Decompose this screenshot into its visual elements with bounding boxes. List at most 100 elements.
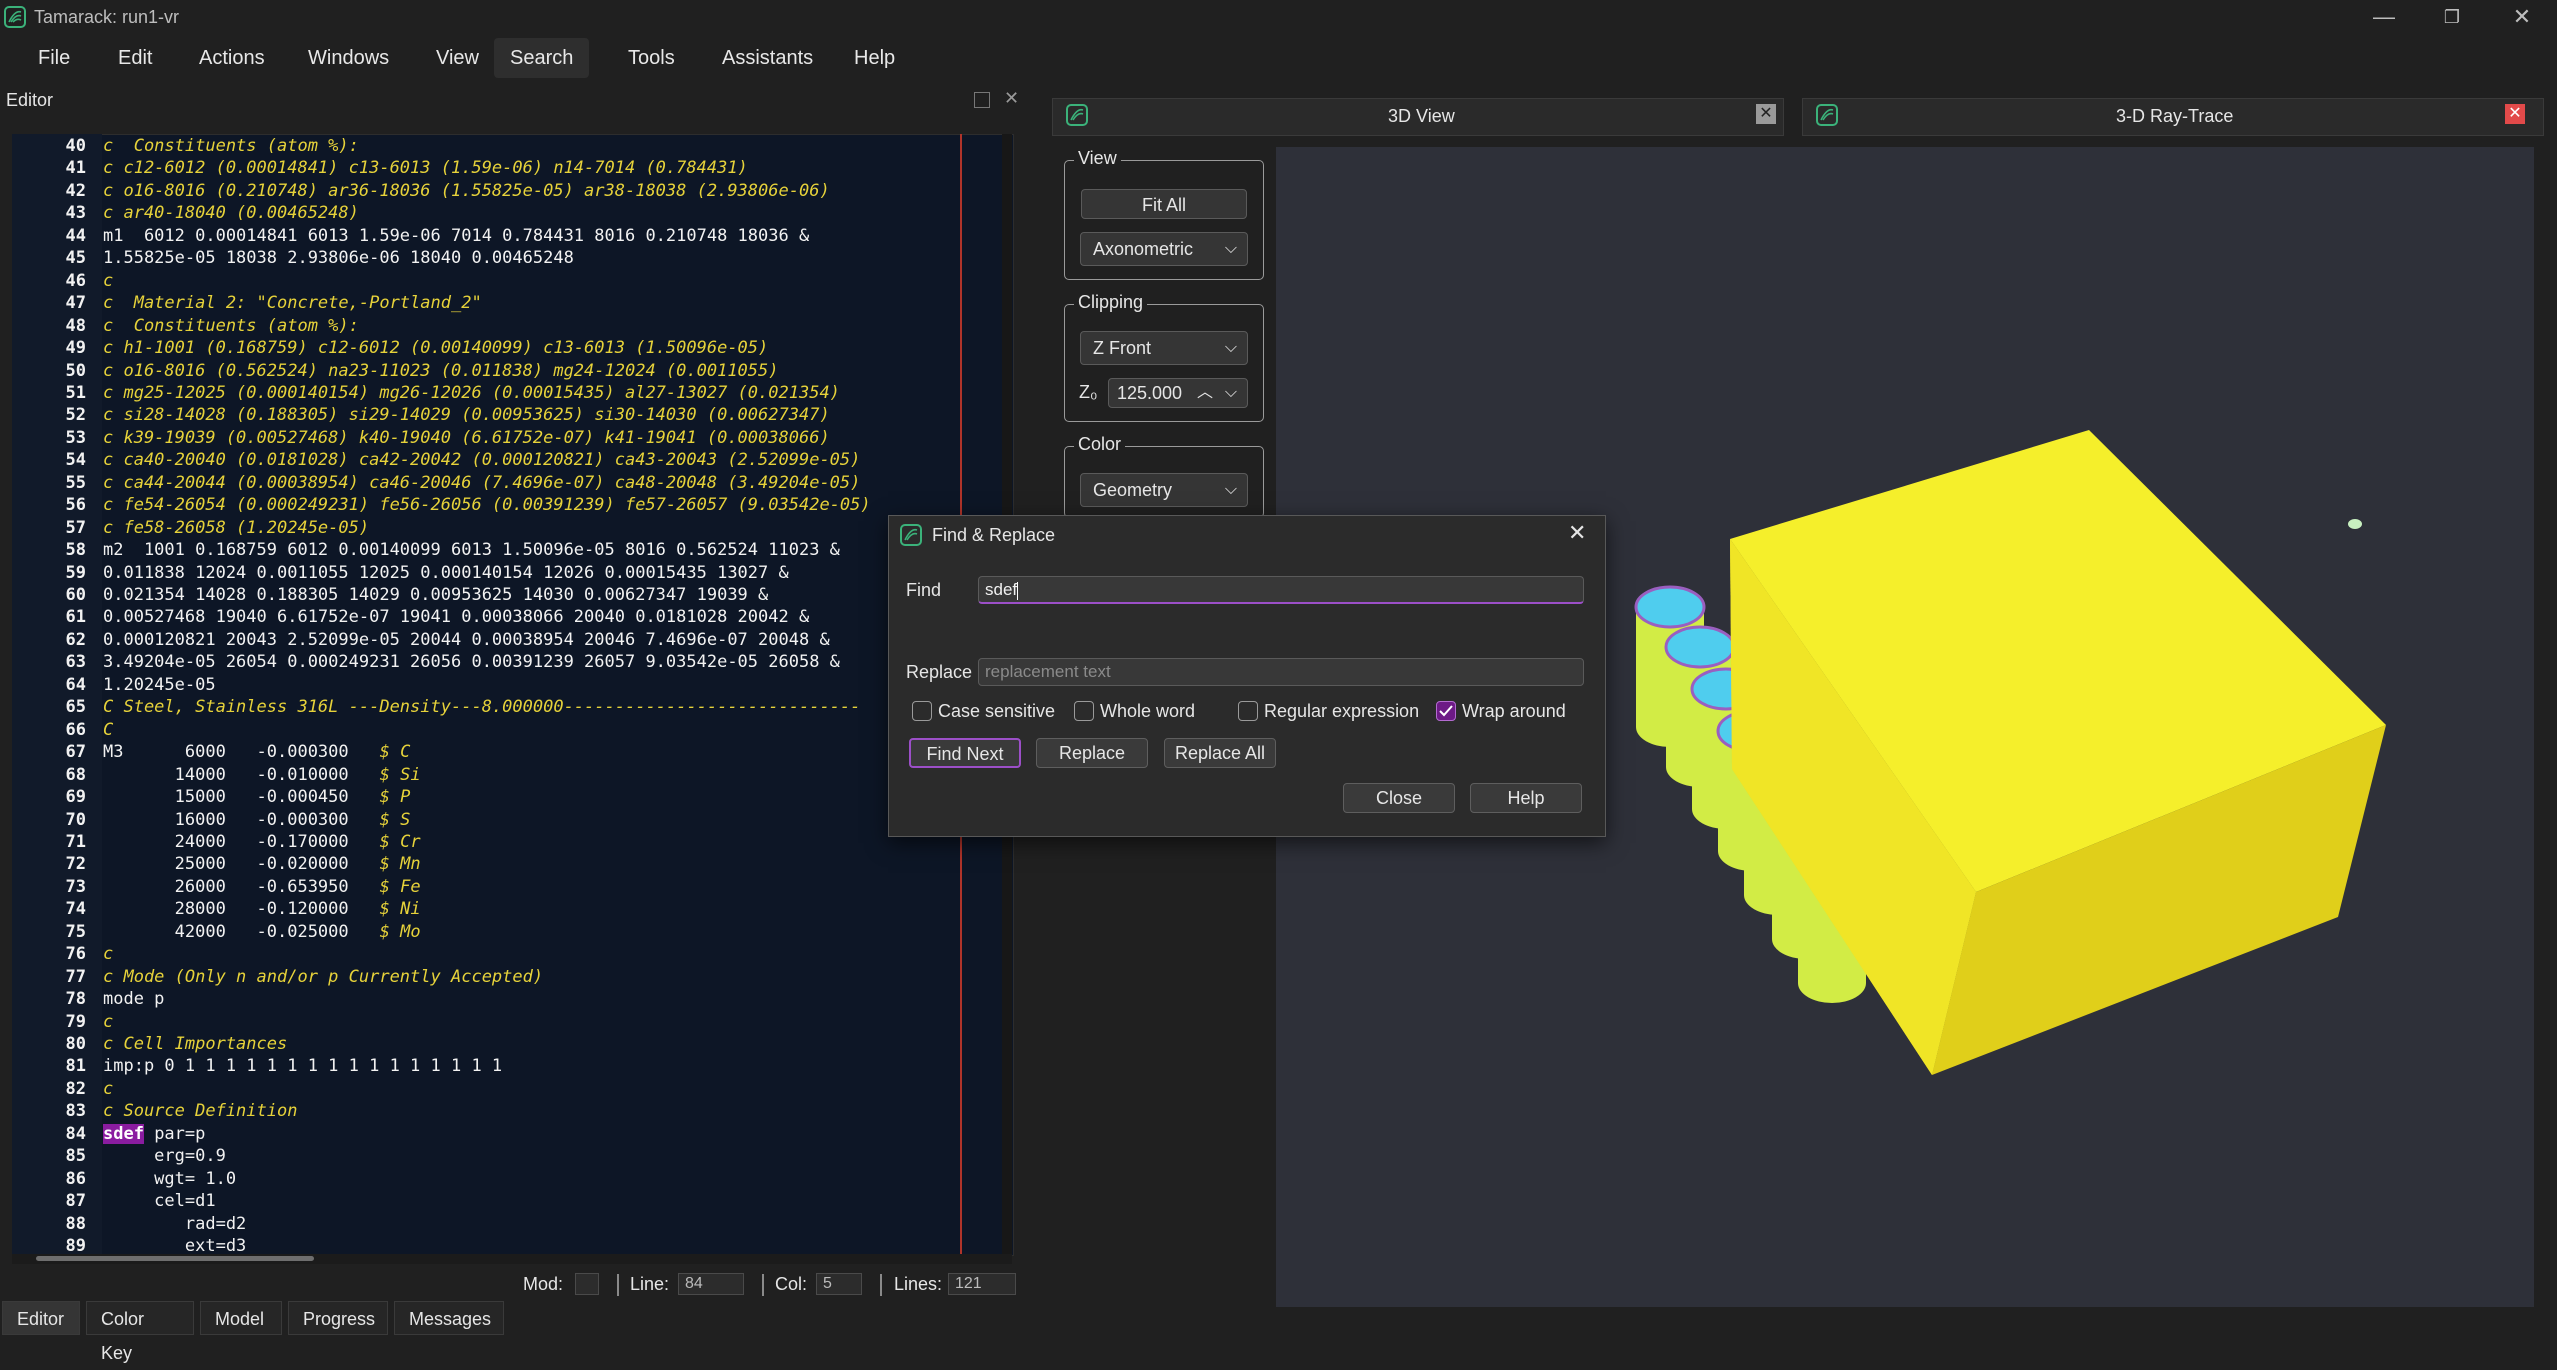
spin-up-icon[interactable]: ︿ (1197, 379, 1213, 407)
line-number: 72 (65, 854, 86, 875)
close-ray-trace-icon[interactable]: ✕ (2505, 104, 2525, 124)
replace-button[interactable]: Replace (1036, 738, 1148, 768)
code-line[interactable]: c ar40-18040 (0.00465248) (103, 203, 359, 223)
find-next-button[interactable]: Find Next (909, 738, 1021, 768)
code-line[interactable]: imp:p 0 1 1 1 1 1 1 1 1 1 1 1 1 1 1 1 1 (103, 1056, 502, 1076)
case-sensitive-checkbox[interactable] (912, 701, 932, 721)
whole-word-checkbox[interactable] (1074, 701, 1094, 721)
menu-edit[interactable]: Edit (102, 38, 168, 78)
clip-plane-select[interactable]: Z Front ⌵ (1080, 331, 1248, 365)
code-line[interactable]: c (103, 271, 113, 291)
code-line[interactable]: 3.49204e-05 26054 0.000249231 26056 0.00… (103, 652, 840, 672)
code-line[interactable]: c Cell Importances (103, 1034, 287, 1054)
color-mode-select[interactable]: Geometry ⌵ (1080, 473, 1248, 507)
line-number: 53 (65, 427, 86, 448)
code-line[interactable]: C (103, 720, 113, 740)
code-line[interactable]: 42000 -0.025000 $ Mo (103, 922, 421, 942)
menu-assistants[interactable]: Assistants (706, 38, 829, 78)
code-line[interactable]: 16000 -0.000300 $ S (103, 810, 411, 830)
close-3d-view-icon[interactable]: ✕ (1756, 104, 1776, 124)
code-lines[interactable]: 40 c Constituents (atom %): 41 c c12-6012 (… (12, 134, 1002, 1254)
replace-input[interactable]: replacement text (978, 658, 1584, 686)
code-line[interactable]: c (103, 1079, 113, 1099)
code-line[interactable]: C Steel, Stainless 316L ---Density---8.0… (103, 697, 860, 717)
code-line[interactable]: wgt= 1.0 (103, 1169, 236, 1189)
code-line[interactable]: c ca40-20040 (0.0181028) ca42-20042 (0.0… (103, 450, 860, 470)
regular-expression-checkbox[interactable] (1238, 701, 1258, 721)
code-line[interactable]: mode p (103, 989, 164, 1009)
code-line[interactable]: 0.021354 14028 0.188305 14029 0.00953625… (103, 585, 768, 605)
code-comment: c fe58-26058 (1.20245e-05) (103, 517, 370, 538)
close-window-button[interactable]: ✕ (2490, 0, 2554, 36)
wrap-around-checkbox[interactable] (1436, 701, 1456, 721)
close-panel-icon[interactable]: ✕ (1004, 88, 1019, 109)
code-line[interactable]: m2 1001 0.168759 6012 0.00140099 6013 1.… (103, 540, 840, 560)
code-line[interactable]: c (103, 1012, 113, 1032)
code-line[interactable]: M3 6000 -0.000300 $ C (103, 742, 410, 762)
tab-model[interactable]: Model (200, 1301, 282, 1335)
find-input[interactable]: sdef (978, 576, 1584, 604)
code-line[interactable]: c si28-14028 (0.188305) si29-14029 (0.00… (103, 405, 830, 425)
code-line[interactable]: 0.000120821 20043 2.52099e-05 20044 0.00… (103, 630, 830, 650)
menu-windows[interactable]: Windows (292, 38, 405, 78)
code-line[interactable]: 0.011838 12024 0.0011055 12025 0.0001401… (103, 563, 789, 583)
menu-view[interactable]: View (420, 38, 495, 78)
menu-search[interactable]: Search (494, 38, 590, 78)
code-line[interactable]: c fe54-26054 (0.000249231) fe56-26056 (0… (103, 495, 871, 515)
menu-help[interactable]: Help (838, 38, 911, 78)
scrollbar-thumb[interactable] (36, 1256, 314, 1261)
code-line[interactable]: 15000 -0.000450 $ P (103, 787, 411, 807)
code-line[interactable]: c (103, 944, 113, 964)
tab-progress[interactable]: Progress (288, 1301, 388, 1335)
line-number: 64 (65, 674, 86, 695)
close-dialog-icon[interactable]: ✕ (1568, 520, 1586, 546)
code-line[interactable]: 28000 -0.120000 $ Ni (103, 899, 421, 919)
code-line[interactable]: c h1-1001 (0.168759) c12-6012 (0.0014009… (103, 338, 768, 358)
code-line[interactable]: c o16-8016 (0.210748) ar36-18036 (1.5582… (103, 181, 830, 201)
spin-down-icon[interactable]: ⌵ (1225, 379, 1237, 407)
code-line[interactable]: 26000 -0.653950 $ Fe (103, 877, 421, 897)
menu-file[interactable]: File (22, 38, 86, 78)
tab-color-key[interactable]: Color Key (86, 1301, 194, 1363)
projection-select[interactable]: Axonometric ⌵ (1080, 232, 1248, 266)
maximize-button[interactable]: ❐ (2420, 0, 2484, 36)
replace-all-button[interactable]: Replace All (1164, 738, 1276, 768)
code-line[interactable]: c Mode (Only n and/or p Currently Accept… (103, 967, 543, 987)
code-line[interactable]: m1 6012 0.00014841 6013 1.59e-06 7014 0.… (103, 226, 809, 246)
code-line[interactable]: 0.00527468 19040 6.61752e-07 19041 0.000… (103, 607, 809, 627)
float-panel-icon[interactable] (974, 92, 990, 108)
close-button[interactable]: Close (1343, 783, 1455, 813)
code-line[interactable]: 1.55825e-05 18038 2.93806e-06 18040 0.00… (103, 248, 574, 268)
code-line[interactable]: 1.20245e-05 (103, 675, 216, 695)
code-line[interactable]: c Source Definition (103, 1101, 297, 1121)
menu-tools[interactable]: Tools (612, 38, 691, 78)
minimize-button[interactable]: — (2352, 0, 2416, 36)
code-line[interactable]: c Constituents (atom %): (103, 316, 359, 336)
code-line[interactable]: 25000 -0.020000 $ Mn (103, 854, 421, 874)
code-line[interactable]: erg=0.9 (103, 1146, 226, 1166)
z0-spinbox[interactable]: 125.000 ︿ ⌵ (1108, 378, 1248, 408)
code-line[interactable]: cel=d1 (103, 1191, 215, 1211)
menu-actions[interactable]: Actions (183, 38, 281, 78)
code-line[interactable]: ext=d3 (103, 1236, 246, 1254)
code-line[interactable]: c Material 2: "Concrete,-Portland_2" (103, 293, 482, 313)
code-line[interactable]: 24000 -0.170000 $ Cr (103, 832, 421, 852)
line-number: 55 (65, 472, 86, 493)
tab-messages[interactable]: Messages (394, 1301, 504, 1335)
tab-editor[interactable]: Editor (2, 1301, 80, 1335)
code-comment: c o16-8016 (0.562524) na23-11023 (0.0118… (103, 360, 779, 381)
code-line[interactable]: c ca44-20044 (0.00038954) ca46-20046 (7.… (103, 473, 860, 493)
help-button[interactable]: Help (1470, 783, 1582, 813)
code-line[interactable]: c mg25-12025 (0.000140154) mg26-12026 (0… (103, 383, 840, 403)
code-line[interactable]: c Constituents (atom %): (103, 136, 359, 156)
code-line[interactable]: c c12-6012 (0.00014841) c13-6013 (1.59e-… (103, 158, 748, 178)
code-line[interactable]: c k39-19039 (0.00527468) k40-19040 (6.61… (103, 428, 830, 448)
code-line[interactable]: c o16-8016 (0.562524) na23-11023 (0.0118… (103, 361, 779, 381)
code-line[interactable]: rad=d2 (103, 1214, 246, 1234)
code-line[interactable]: c fe58-26058 (1.20245e-05) (103, 518, 369, 538)
code-line[interactable]: sdef par=p (103, 1123, 205, 1144)
code-text: ext=d3 (103, 1236, 247, 1254)
code-line[interactable]: 14000 -0.010000 $ Si (103, 765, 421, 785)
lines-label: Lines: (894, 1274, 943, 1294)
fit-all-button[interactable]: Fit All (1081, 189, 1247, 219)
